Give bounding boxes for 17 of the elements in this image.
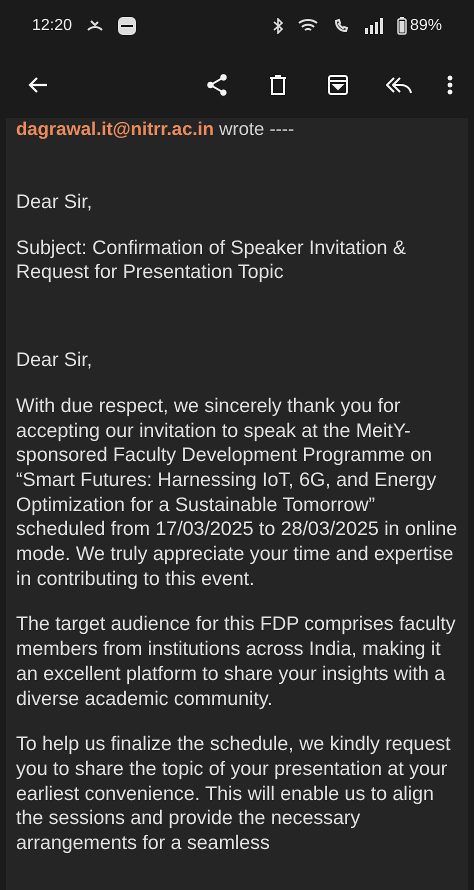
message-paragraph: Dear Sir, [16, 190, 94, 215]
message-paragraph: Subject: Confirmation of Speaker Invitation & Request for Presentation Topic [16, 236, 407, 286]
message-paragraph: The target audience for this FDP comprises faculty members from institutions across India, making it an excellent platform to share your insights with a diverse academic community. [16, 612, 457, 712]
message-paragraph: Dear Sir, [16, 348, 94, 373]
more-icon [446, 73, 454, 97]
wifi-calling-icon [332, 18, 351, 34]
signal-icon [364, 18, 383, 34]
message-paragraph: With due respect, we sincerely thank you for accepting our invitation to speak at the MeitY-sponsored Faculty Development Programme on “Smart Futures: Harnessing IoT, 6G, and Energy Optimization for a Sustainable Tomorrow” scheduled from 17/03/2025 to 28/03/2025 in online mode. We truly appreciate your time and expertise in contributing to this event. [16, 394, 458, 592]
bluetooth-icon [272, 18, 283, 34]
missed-call-icon [86, 19, 104, 33]
quoted-header: dagrawal.it@nitrr.ac.in wrote ---- [16, 118, 296, 140]
notification-icon [118, 17, 136, 35]
archive-icon [326, 73, 350, 97]
battery-icon [396, 17, 407, 35]
message-paragraph: To help us finalize the schedule, we kindly request you to share the topic of your presentation at your earliest convenience. This will enable us to align the sessions and provide the necessary arrangements for a seamless [16, 732, 452, 856]
status-time: 12:20 [32, 17, 72, 35]
battery-text: 89% [410, 17, 442, 35]
